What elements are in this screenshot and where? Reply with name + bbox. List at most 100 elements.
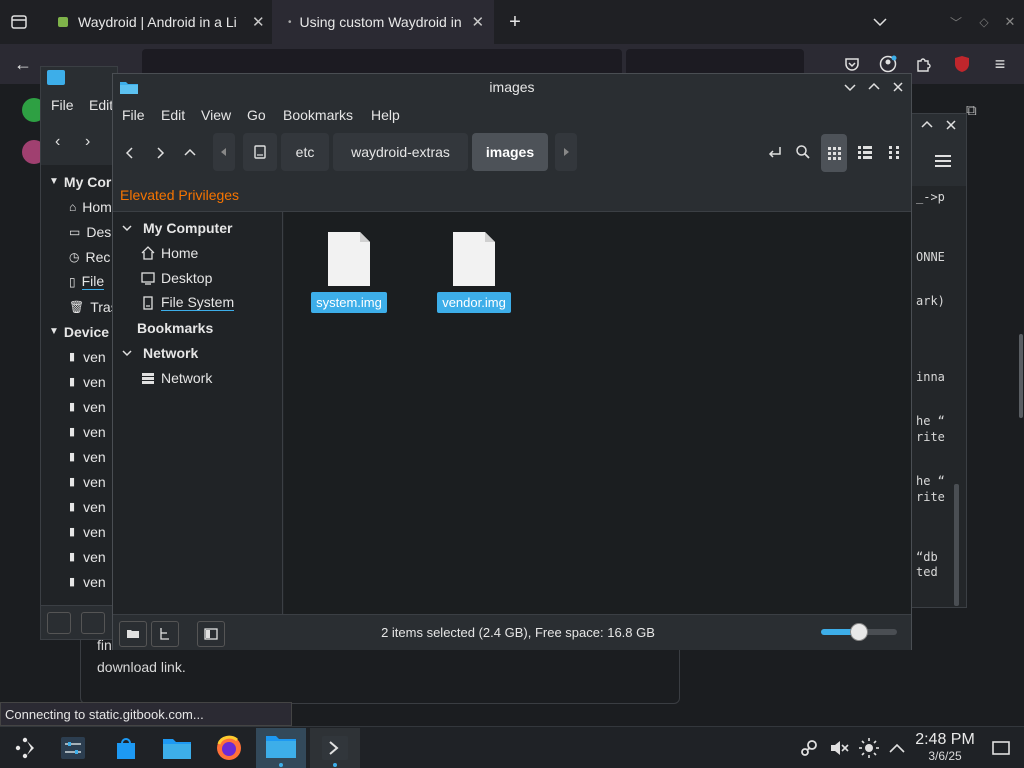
tab-close-icon[interactable]: ✕	[252, 13, 265, 31]
sidebar-section-my-computer[interactable]: My Computer	[113, 215, 282, 240]
up-icon[interactable]	[183, 146, 197, 160]
tree-view-button[interactable]	[151, 621, 179, 647]
terminal-minimize-icon[interactable]	[920, 118, 936, 134]
icons-view-button[interactable]	[821, 134, 847, 172]
sidebar-section-network[interactable]: Network	[113, 340, 282, 365]
terminal-close-icon[interactable]	[944, 118, 960, 134]
zoom-slider-handle[interactable]	[850, 623, 868, 641]
forward-arrow-icon[interactable]: ›	[85, 133, 90, 151]
sidebar-device[interactable]: ▮ ven	[41, 369, 119, 394]
menu-file[interactable]: File	[122, 107, 145, 123]
waydroid-favicon-icon	[58, 17, 68, 27]
file-item-system-img[interactable]: system.img	[309, 230, 389, 313]
details-view-icon[interactable]	[887, 144, 905, 162]
browser-tab-waydroid[interactable]: Waydroid | Android in a Li ✕	[44, 0, 270, 44]
sidebar-item-file-system[interactable]: File System	[113, 290, 282, 315]
page-scrollbar[interactable]	[1019, 334, 1023, 418]
zoom-slider[interactable]	[821, 623, 897, 641]
sidebar-device[interactable]: ▮ ven	[41, 544, 119, 569]
sidebar-device[interactable]: ▮ ven	[41, 469, 119, 494]
sidebar-device[interactable]: ▮ ven	[41, 419, 119, 444]
search-icon[interactable]	[795, 144, 813, 162]
desktop-icon: ▭	[69, 224, 81, 239]
places-toggle-icon[interactable]	[47, 612, 71, 634]
ublock-icon[interactable]	[952, 54, 972, 74]
browser-tab-custom-waydroid[interactable]: • Using custom Waydroid in ✕	[272, 0, 494, 44]
clock-date[interactable]: 3/6/25	[912, 749, 978, 763]
sidebar-item-home[interactable]: ⌂ Hom	[41, 194, 119, 219]
file-item-vendor-img[interactable]: vendor.img	[434, 230, 514, 313]
places-toggle-button[interactable]	[119, 621, 147, 647]
window-minimize-icon[interactable]: ﹀	[946, 12, 966, 32]
maximize-icon[interactable]	[867, 80, 883, 94]
system-settings-icon[interactable]	[58, 733, 88, 763]
back-icon[interactable]	[123, 146, 137, 160]
breadcrumb-images[interactable]: images	[472, 133, 548, 171]
sidebar-device[interactable]: ▮ ven	[41, 444, 119, 469]
close-icon[interactable]	[891, 80, 907, 94]
terminal-scrollbar[interactable]	[954, 484, 959, 606]
minimize-icon[interactable]	[843, 80, 859, 94]
firefox-icon[interactable]	[214, 733, 244, 763]
menu-view[interactable]: View	[201, 107, 231, 123]
popout-icon[interactable]: ⧉	[966, 102, 988, 124]
breadcrumb-waydroid-extras[interactable]: waydroid-extras	[333, 133, 468, 171]
tab-close-icon[interactable]: ✕	[472, 13, 485, 31]
tray-expand-chevron-icon[interactable]	[882, 733, 912, 763]
account-icon[interactable]	[877, 53, 899, 75]
menu-bookmarks[interactable]: Bookmarks	[283, 107, 353, 123]
taskbar-active-dolphin[interactable]	[256, 728, 306, 768]
menu-edit[interactable]: Edit	[161, 107, 185, 123]
steam-icon[interactable]	[794, 733, 824, 763]
taskbar-terminal[interactable]	[310, 728, 360, 768]
sidebar-item-desktop[interactable]: ▭ Des	[41, 219, 119, 244]
back-arrow-icon[interactable]: ‹	[55, 133, 60, 151]
file-view[interactable]: system.img vendor.img	[284, 212, 911, 614]
breadcrumb-root[interactable]	[243, 133, 277, 171]
pocket-icon[interactable]	[842, 54, 862, 74]
menu-file[interactable]: File	[51, 97, 74, 113]
compact-view-icon[interactable]	[857, 144, 875, 162]
app-launcher-icon[interactable]	[10, 733, 40, 763]
volume-muted-icon[interactable]	[824, 733, 854, 763]
extensions-icon[interactable]	[913, 54, 933, 74]
sidebar-item-home[interactable]: Home	[113, 240, 282, 265]
sidebar-device[interactable]: ▮ ven	[41, 394, 119, 419]
tree-view-icon[interactable]	[81, 612, 105, 634]
split-view-button[interactable]	[197, 621, 225, 647]
clock-time[interactable]: 2:48 PM	[912, 731, 978, 749]
dolphin-launcher-icon[interactable]	[162, 733, 192, 763]
sidebar-section-bookmarks[interactable]: Bookmarks	[113, 315, 282, 340]
back-arrow-icon[interactable]: ←	[12, 54, 34, 74]
window-close-icon[interactable]: ✕	[1000, 12, 1020, 32]
sidebar-section-my-computer[interactable]: ▼ My Cor	[41, 169, 119, 194]
sidebar-device[interactable]: ▮ ven	[41, 569, 119, 594]
brightness-icon[interactable]	[854, 733, 884, 763]
sidebar-device[interactable]: ▮ ven	[41, 519, 119, 544]
sidebar-section-devices[interactable]: ▼ Device	[41, 319, 119, 344]
location-edit-icon[interactable]	[767, 144, 785, 162]
sidebar-device[interactable]: ▮ ven	[41, 494, 119, 519]
breadcrumb-scroll-right[interactable]	[555, 133, 577, 171]
tab-list-icon[interactable]	[8, 12, 30, 32]
hamburger-menu-icon[interactable]: ≡	[990, 54, 1010, 74]
new-tab-button[interactable]: +	[504, 10, 526, 34]
window-titlebar[interactable]: images	[113, 74, 911, 100]
tab-overflow-chevron-icon[interactable]	[870, 12, 890, 32]
sidebar-item-recent[interactable]: ◷ Rec	[41, 244, 119, 269]
forward-icon[interactable]	[153, 146, 167, 160]
sidebar-item-desktop[interactable]: Desktop	[113, 265, 282, 290]
window-maximize-icon[interactable]: ◇	[974, 12, 994, 32]
sidebar-item-trash[interactable]: 🗑 Tras	[41, 294, 119, 319]
breadcrumb-scroll-left[interactable]	[213, 133, 235, 171]
menu-go[interactable]: Go	[247, 107, 266, 123]
menu-help[interactable]: Help	[371, 107, 400, 123]
discover-store-icon[interactable]	[111, 733, 141, 763]
terminal-hamburger-icon[interactable]	[934, 154, 954, 170]
sidebar-device[interactable]: ▮ ven	[41, 344, 119, 369]
sidebar-item-file-system[interactable]: ▯ File	[41, 269, 119, 294]
show-desktop-icon[interactable]	[986, 733, 1016, 763]
sidebar-item-network[interactable]: Network	[113, 365, 282, 390]
breadcrumb-etc[interactable]: etc	[281, 133, 329, 171]
menu-edit[interactable]: Edit	[89, 97, 113, 113]
